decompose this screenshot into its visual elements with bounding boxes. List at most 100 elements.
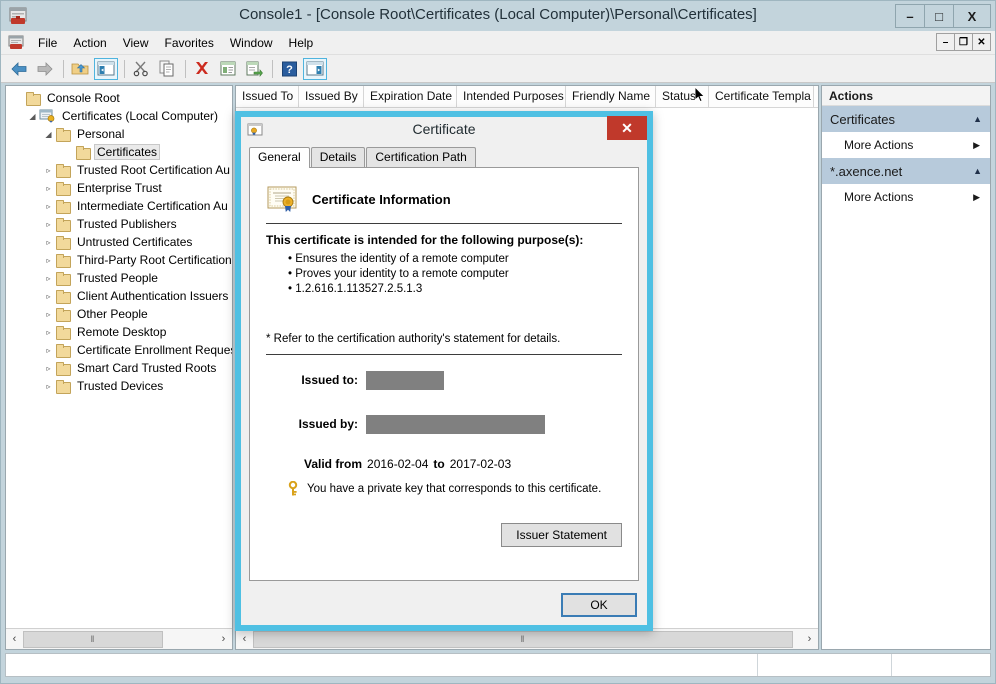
window-controls: – □ X: [896, 4, 991, 28]
tree-node-certificates[interactable]: Certificates: [6, 143, 232, 161]
tree-node-smart-card-trusted-roots[interactable]: ▹ Smart Card Trusted Roots: [6, 359, 232, 377]
chevron-up-icon[interactable]: ▲: [973, 166, 982, 176]
tab-certification-path[interactable]: Certification Path: [366, 147, 475, 167]
scroll-left-icon[interactable]: ‹: [6, 630, 23, 649]
properties-icon[interactable]: [216, 58, 240, 80]
toolbar-separator: [185, 60, 186, 78]
menu-file[interactable]: File: [30, 33, 65, 53]
tree-expander[interactable]: ▹: [42, 326, 55, 339]
column-intended-purposes[interactable]: Intended Purposes: [457, 86, 566, 107]
copy-icon[interactable]: [155, 58, 179, 80]
mdi-close-button[interactable]: ✕: [972, 33, 991, 51]
export-icon[interactable]: [242, 58, 266, 80]
action-more-actions-certificates[interactable]: More Actions ▶: [822, 132, 990, 158]
tree-expander[interactable]: ▹: [42, 236, 55, 249]
show-action-pane-icon[interactable]: [303, 58, 327, 80]
back-arrow-icon[interactable]: [7, 58, 31, 80]
tree-node-label: Trusted Root Certification Au: [74, 162, 232, 178]
tree-expander[interactable]: ▹: [42, 308, 55, 321]
tree-expander[interactable]: ◢: [26, 110, 39, 123]
actions-group-label: *.axence.net: [830, 164, 902, 179]
certificate-purpose-heading: This certificate is intended for the fol…: [266, 233, 622, 247]
column-status[interactable]: Status: [656, 86, 709, 107]
tab-details[interactable]: Details: [311, 147, 366, 167]
tree-expander[interactable]: ▹: [42, 182, 55, 195]
tree-node-certificates-local-computer[interactable]: ◢ Certificates (Local Computer): [6, 107, 232, 125]
column-issued-by[interactable]: Issued By: [299, 86, 364, 107]
tree-node-other-people[interactable]: ▹ Other People: [6, 305, 232, 323]
tree-node-label: Personal: [74, 126, 127, 142]
ok-button[interactable]: OK: [561, 593, 637, 617]
actions-group-axence[interactable]: *.axence.net ▲: [822, 158, 990, 184]
forward-arrow-icon[interactable]: [33, 58, 57, 80]
scroll-right-icon[interactable]: ›: [801, 630, 818, 649]
delete-x-icon[interactable]: [190, 58, 214, 80]
tree-node-label: Third-Party Root Certification: [74, 252, 232, 268]
action-more-actions-axence[interactable]: More Actions ▶: [822, 184, 990, 210]
tree-node-client-auth-issuers[interactable]: ▹ Client Authentication Issuers: [6, 287, 232, 305]
cut-scissors-icon[interactable]: [129, 58, 153, 80]
scrollbar-thumb[interactable]: ‖: [253, 631, 793, 648]
close-button[interactable]: X: [953, 4, 991, 28]
issuer-statement-button[interactable]: Issuer Statement: [501, 523, 622, 547]
tree-node-trusted-people[interactable]: ▹ Trusted People: [6, 269, 232, 287]
tree-node-enterprise-trust[interactable]: ▹ Enterprise Trust: [6, 179, 232, 197]
tree-node-personal[interactable]: ◢ Personal: [6, 125, 232, 143]
certificate-dialog-footer: OK: [561, 593, 637, 617]
tree-expander[interactable]: ▹: [42, 218, 55, 231]
tree-expander[interactable]: ▹: [42, 254, 55, 267]
scrollbar-track[interactable]: [793, 630, 801, 649]
status-cell-tertiary: [892, 654, 990, 676]
certificate-dialog-close-button[interactable]: ✕: [607, 116, 647, 140]
tree-node-trusted-devices[interactable]: ▹ Trusted Devices: [6, 377, 232, 395]
mdi-minimize-button[interactable]: –: [936, 33, 955, 51]
tree-node-untrusted-certificates[interactable]: ▹ Untrusted Certificates: [6, 233, 232, 251]
tree-expander[interactable]: [12, 92, 25, 105]
scrollbar-thumb[interactable]: ‖: [23, 631, 163, 648]
tree-node-trusted-root-ca[interactable]: ▹ Trusted Root Certification Au: [6, 161, 232, 179]
chevron-up-icon[interactable]: ▲: [973, 114, 982, 124]
menu-view[interactable]: View: [115, 33, 157, 53]
show-hide-tree-icon[interactable]: [94, 58, 118, 80]
tree-expander[interactable]: ◢: [42, 128, 55, 141]
folder-icon: [55, 272, 71, 285]
tab-general[interactable]: General: [249, 147, 310, 168]
maximize-button[interactable]: □: [924, 4, 954, 28]
status-cell-secondary: [758, 654, 892, 676]
tree-node-label: Certificate Enrollment Reques: [74, 342, 232, 358]
column-issued-to[interactable]: Issued To: [236, 86, 299, 107]
help-question-icon[interactable]: ?: [277, 58, 301, 80]
tree-expander[interactable]: ▹: [42, 380, 55, 393]
tree-node-trusted-publishers[interactable]: ▹ Trusted Publishers: [6, 215, 232, 233]
tree-node-remote-desktop[interactable]: ▹ Remote Desktop: [6, 323, 232, 341]
tree-node-label: Certificates (Local Computer): [59, 108, 221, 124]
tree-horizontal-scrollbar[interactable]: ‹ ‖ ›: [6, 628, 232, 649]
tree-node-console-root[interactable]: Console Root: [6, 89, 232, 107]
toolbar: ?: [1, 55, 995, 83]
tree-node-certificate-enrollment-requests[interactable]: ▹ Certificate Enrollment Reques: [6, 341, 232, 359]
menu-favorites[interactable]: Favorites: [157, 33, 222, 53]
tree-node-intermediate-ca[interactable]: ▹ Intermediate Certification Au: [6, 197, 232, 215]
up-folder-icon[interactable]: [68, 58, 92, 80]
column-friendly-name[interactable]: Friendly Name: [566, 86, 656, 107]
column-expiration-date[interactable]: Expiration Date: [364, 86, 457, 107]
menu-help[interactable]: Help: [281, 33, 322, 53]
mdi-restore-button[interactable]: ❐: [954, 33, 973, 51]
scrollbar-track[interactable]: [163, 630, 215, 649]
tree-expander[interactable]: ▹: [42, 362, 55, 375]
folder-icon: [55, 218, 71, 231]
column-certificate-template[interactable]: Certificate Templa: [709, 86, 814, 107]
list-horizontal-scrollbar[interactable]: ‹ ‖ ›: [236, 628, 818, 649]
tree-expander[interactable]: ▹: [42, 200, 55, 213]
tree-expander[interactable]: ▹: [42, 344, 55, 357]
scroll-left-icon[interactable]: ‹: [236, 630, 253, 649]
scroll-right-icon[interactable]: ›: [215, 630, 232, 649]
tree-node-third-party-root-ca[interactable]: ▹ Third-Party Root Certification: [6, 251, 232, 269]
minimize-button[interactable]: –: [895, 4, 925, 28]
tree-expander[interactable]: ▹: [42, 272, 55, 285]
menu-action[interactable]: Action: [65, 33, 114, 53]
actions-group-certificates[interactable]: Certificates ▲: [822, 106, 990, 132]
tree-expander[interactable]: ▹: [42, 164, 55, 177]
tree-expander[interactable]: ▹: [42, 290, 55, 303]
menu-window[interactable]: Window: [222, 33, 281, 53]
